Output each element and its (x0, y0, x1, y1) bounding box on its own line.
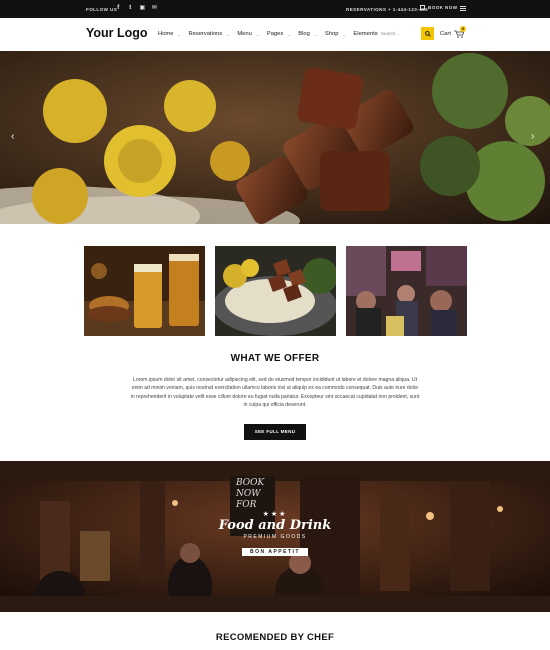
nav-label: Shop (324, 31, 339, 37)
site-logo[interactable]: Your Logo (86, 26, 148, 40)
emblem-stars: ★★★ (262, 511, 288, 518)
thumbnail-burger-beer[interactable] (84, 246, 205, 336)
search-box[interactable]: Search... (380, 27, 434, 40)
emblem-ribbon: BON APPETIT (242, 548, 308, 556)
nav-label: Home (158, 31, 174, 37)
follow-us-label: FOLLOW US (86, 7, 118, 12)
calendar-icon (420, 5, 425, 10)
chevron-down-icon: ⌄ (177, 31, 181, 37)
food-and-drink-emblem: ★★★ Food and Drink PREMIUM GOODS BON APP… (212, 510, 338, 558)
nav-item-elements[interactable]: Elements (353, 31, 377, 37)
nav-label: Pages (266, 31, 284, 37)
chevron-down-icon: ⌄ (255, 31, 260, 37)
main-header: Your Logo Home ⌄ Reservations ⌄ Menu ⌄ Page… (0, 18, 550, 51)
offer-description: Lorem ipsum dolor sit amet, consectetur … (130, 377, 420, 409)
search-input[interactable]: Search... (381, 31, 399, 36)
search-icon (424, 30, 431, 37)
emblem-title: Food and Drink (218, 518, 332, 533)
chevron-down-icon: ⌄ (313, 31, 318, 37)
nav-label: Blog (298, 31, 310, 37)
email-icon[interactable]: ✉ (151, 5, 158, 12)
thumbnail-kebab-plate[interactable] (215, 246, 336, 336)
cart-label: Cart (440, 31, 451, 37)
hero-slider (0, 51, 550, 224)
nav-item-home[interactable]: Home ⌄ (158, 31, 181, 37)
hamburger-menu-icon[interactable] (460, 6, 466, 11)
chevron-down-icon: ⌄ (226, 31, 230, 37)
top-bar: FOLLOW US f t ▣ ✉ RESERVATIONS + 1-444-1… (0, 0, 550, 18)
chevron-down-icon: ⌄ (342, 31, 346, 37)
slider-next-arrow[interactable]: › (531, 132, 539, 142)
offer-heading: WHAT WE OFFER (230, 353, 320, 364)
nav-item-blog[interactable]: Blog ⌄ (298, 31, 317, 37)
twitter-icon[interactable]: t (127, 5, 134, 12)
facebook-icon[interactable]: f (115, 5, 122, 12)
book-now-label: BOOK NOW (428, 5, 458, 10)
see-full-menu-button[interactable]: SEE FULL MENU (244, 424, 306, 440)
instagram-icon[interactable]: ▣ (139, 5, 146, 12)
hero-image (0, 51, 550, 224)
emblem-subtitle: PREMIUM GOODS (243, 534, 307, 540)
recommended-by-chef-heading: RECOMENDED BY CHEF (215, 632, 335, 643)
nav-item-menu[interactable]: Menu ⌄ (237, 31, 259, 37)
banner-sign: BOOK NOW FOR (236, 478, 264, 511)
thumbnail-bar-crowd[interactable] (346, 246, 467, 336)
search-button[interactable] (421, 27, 434, 40)
nav-label: Reservations (188, 31, 223, 37)
burger-beer-image (84, 246, 205, 336)
slider-prev-arrow[interactable]: ‹ (11, 132, 19, 142)
book-now-link[interactable]: BOOK NOW (420, 5, 457, 10)
reservations-phone: RESERVATIONS + 1-444-123-456 (346, 7, 429, 12)
thumbnail-grid (84, 246, 467, 336)
nav-item-reservations[interactable]: Reservations ⌄ (188, 31, 229, 37)
cart-count-badge: 0 (460, 26, 466, 32)
sign-text-now: NOW (236, 489, 261, 499)
social-links: f t ▣ ✉ (115, 5, 158, 12)
nav-item-shop[interactable]: Shop ⌄ (325, 31, 346, 37)
cart-link[interactable]: Cart 0 (440, 26, 466, 38)
nav-item-pages[interactable]: Pages ⌄ (266, 31, 291, 37)
nav-label: Elements (353, 31, 378, 37)
main-nav: Home ⌄ Reservations ⌄ Menu ⌄ Pages ⌄ Blog ⌄ S… (158, 31, 386, 37)
sign-text-book: BOOK (236, 478, 265, 488)
bar-crowd-image (346, 246, 467, 336)
nav-label: Menu (237, 31, 252, 37)
kebab-plate-image (215, 246, 336, 336)
chevron-down-icon: ⌄ (287, 31, 291, 37)
